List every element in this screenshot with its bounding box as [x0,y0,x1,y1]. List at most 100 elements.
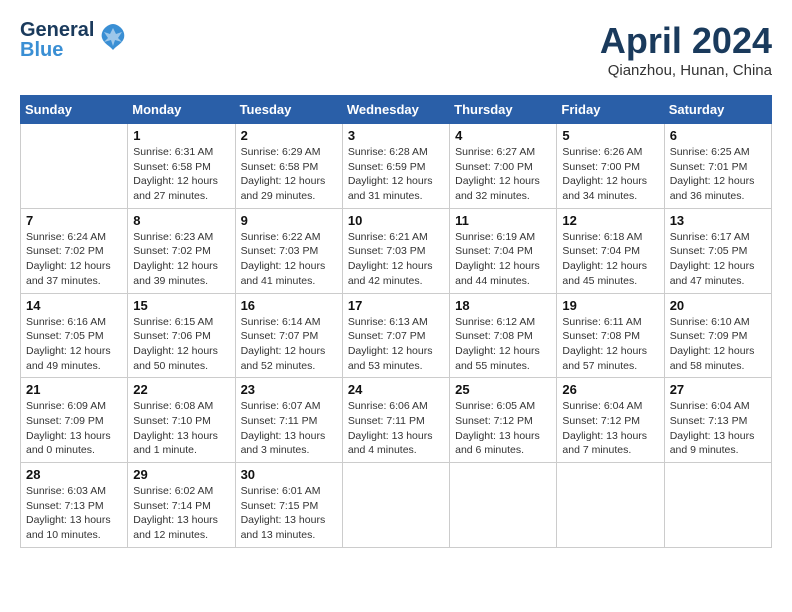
logo-general: General [20,20,94,40]
day-number: 24 [348,382,444,397]
calendar-cell [664,463,771,548]
day-number: 5 [562,128,658,143]
day-info: Sunrise: 6:08 AMSunset: 7:10 PMDaylight:… [133,399,229,458]
calendar-cell: 3 Sunrise: 6:28 AMSunset: 6:59 PMDaylight… [342,124,449,209]
day-number: 22 [133,382,229,397]
calendar-cell: 9 Sunrise: 6:22 AMSunset: 7:03 PMDaylight… [235,208,342,293]
day-info: Sunrise: 6:12 AMSunset: 7:08 PMDaylight:… [455,315,551,374]
day-info: Sunrise: 6:01 AMSunset: 7:15 PMDaylight:… [241,484,337,543]
day-info: Sunrise: 6:18 AMSunset: 7:04 PMDaylight:… [562,230,658,289]
calendar-cell: 22 Sunrise: 6:08 AMSunset: 7:10 PMDayligh… [128,378,235,463]
calendar-cell: 29Sunrise: 6:02 AMSunset: 7:14 PMDayligh… [128,463,235,548]
calendar-cell: 8 Sunrise: 6:23 AMSunset: 7:02 PMDaylight… [128,208,235,293]
day-info: Sunrise: 6:21 AMSunset: 7:03 PMDaylight:… [348,230,444,289]
day-number: 7 [26,213,122,228]
day-number: 12 [562,213,658,228]
day-number: 28 [26,467,122,482]
day-info: Sunrise: 6:26 AMSunset: 7:00 PMDaylight:… [562,145,658,204]
logo: General Blue [20,20,128,60]
day-number: 27 [670,382,766,397]
calendar-cell [557,463,664,548]
day-info: Sunrise: 6:28 AMSunset: 6:59 PMDaylight:… [348,145,444,204]
calendar-cell: 16 Sunrise: 6:14 AMSunset: 7:07 PMDayligh… [235,293,342,378]
day-info: Sunrise: 6:17 AMSunset: 7:05 PMDaylight:… [670,230,766,289]
day-number: 4 [455,128,551,143]
day-number: 8 [133,213,229,228]
calendar-cell: 14 Sunrise: 6:16 AMSunset: 7:05 PMDayligh… [21,293,128,378]
weekday-header-thursday: Thursday [450,96,557,124]
day-info: Sunrise: 6:04 AMSunset: 7:13 PMDaylight:… [670,399,766,458]
day-number: 17 [348,298,444,313]
week-row-2: 7Sunrise: 6:24 AMSunset: 7:02 PMDaylight… [21,208,772,293]
calendar-cell: 23Sunrise: 6:07 AMSunset: 7:11 PMDayligh… [235,378,342,463]
day-info: Sunrise: 6:06 AMSunset: 7:11 PMDaylight:… [348,399,444,458]
weekday-header-sunday: Sunday [21,96,128,124]
day-info: Sunrise: 6:15 AMSunset: 7:06 PMDaylight:… [133,315,229,374]
day-number: 11 [455,213,551,228]
calendar-cell: 15Sunrise: 6:15 AMSunset: 7:06 PMDayligh… [128,293,235,378]
day-number: 16 [241,298,337,313]
calendar-cell: 1 Sunrise: 6:31 AMSunset: 6:58 PMDaylight… [128,124,235,209]
weekday-header-tuesday: Tuesday [235,96,342,124]
day-number: 13 [670,213,766,228]
week-row-1: 1 Sunrise: 6:31 AMSunset: 6:58 PMDaylight… [21,124,772,209]
day-number: 25 [455,382,551,397]
logo-bird-icon [98,22,128,58]
title-block: April 2024 Qianzhou, Hunan, China [600,20,772,79]
day-info: Sunrise: 6:04 AMSunset: 7:12 PMDaylight:… [562,399,658,458]
day-number: 23 [241,382,337,397]
week-row-4: 21Sunrise: 6:09 AMSunset: 7:09 PMDayligh… [21,378,772,463]
day-info: Sunrise: 6:19 AMSunset: 7:04 PMDaylight:… [455,230,551,289]
month-title: April 2024 [600,20,772,62]
day-info: Sunrise: 6:31 AMSunset: 6:58 PMDaylight:… [133,145,229,204]
week-row-3: 14 Sunrise: 6:16 AMSunset: 7:05 PMDayligh… [21,293,772,378]
day-info: Sunrise: 6:03 AMSunset: 7:13 PMDaylight:… [26,484,122,543]
calendar-cell: 30 Sunrise: 6:01 AMSunset: 7:15 PMDayligh… [235,463,342,548]
day-info: Sunrise: 6:16 AMSunset: 7:05 PMDaylight:… [26,315,122,374]
day-info: Sunrise: 6:13 AMSunset: 7:07 PMDaylight:… [348,315,444,374]
calendar-cell: 10Sunrise: 6:21 AMSunset: 7:03 PMDayligh… [342,208,449,293]
weekday-header-monday: Monday [128,96,235,124]
calendar-cell: 12 Sunrise: 6:18 AMSunset: 7:04 PMDayligh… [557,208,664,293]
day-info: Sunrise: 6:14 AMSunset: 7:07 PMDaylight:… [241,315,337,374]
calendar-cell: 20 Sunrise: 6:10 AMSunset: 7:09 PMDayligh… [664,293,771,378]
calendar-table: SundayMondayTuesdayWednesdayThursdayFrid… [20,95,772,548]
day-number: 21 [26,382,122,397]
calendar-cell: 7Sunrise: 6:24 AMSunset: 7:02 PMDaylight… [21,208,128,293]
page-header: General Blue April 2024 Qianzhou, Hunan,… [20,20,772,79]
calendar-cell: 18Sunrise: 6:12 AMSunset: 7:08 PMDayligh… [450,293,557,378]
day-info: Sunrise: 6:11 AMSunset: 7:08 PMDaylight:… [562,315,658,374]
day-number: 20 [670,298,766,313]
calendar-cell: 2Sunrise: 6:29 AMSunset: 6:58 PMDaylight… [235,124,342,209]
day-info: Sunrise: 6:27 AMSunset: 7:00 PMDaylight:… [455,145,551,204]
calendar-cell: 4 Sunrise: 6:27 AMSunset: 7:00 PMDaylight… [450,124,557,209]
day-number: 9 [241,213,337,228]
location: Qianzhou, Hunan, China [600,62,772,79]
calendar-cell: 25 Sunrise: 6:05 AMSunset: 7:12 PMDayligh… [450,378,557,463]
calendar-cell: 13 Sunrise: 6:17 AMSunset: 7:05 PMDayligh… [664,208,771,293]
calendar-cell: 26Sunrise: 6:04 AMSunset: 7:12 PMDayligh… [557,378,664,463]
day-number: 6 [670,128,766,143]
day-info: Sunrise: 6:25 AMSunset: 7:01 PMDaylight:… [670,145,766,204]
day-info: Sunrise: 6:29 AMSunset: 6:58 PMDaylight:… [241,145,337,204]
day-number: 29 [133,467,229,482]
day-info: Sunrise: 6:10 AMSunset: 7:09 PMDaylight:… [670,315,766,374]
day-info: Sunrise: 6:22 AMSunset: 7:03 PMDaylight:… [241,230,337,289]
logo-blue: Blue [20,40,94,60]
day-info: Sunrise: 6:23 AMSunset: 7:02 PMDaylight:… [133,230,229,289]
weekday-header-saturday: Saturday [664,96,771,124]
day-info: Sunrise: 6:05 AMSunset: 7:12 PMDaylight:… [455,399,551,458]
calendar-header-row: SundayMondayTuesdayWednesdayThursdayFrid… [21,96,772,124]
calendar-cell: 11 Sunrise: 6:19 AMSunset: 7:04 PMDayligh… [450,208,557,293]
calendar-cell: 17 Sunrise: 6:13 AMSunset: 7:07 PMDayligh… [342,293,449,378]
day-number: 1 [133,128,229,143]
calendar-cell [450,463,557,548]
calendar-cell [342,463,449,548]
calendar-cell: 19Sunrise: 6:11 AMSunset: 7:08 PMDayligh… [557,293,664,378]
calendar-cell: 5 Sunrise: 6:26 AMSunset: 7:00 PMDaylight… [557,124,664,209]
day-number: 14 [26,298,122,313]
weekday-header-wednesday: Wednesday [342,96,449,124]
calendar-cell [21,124,128,209]
day-number: 3 [348,128,444,143]
day-number: 30 [241,467,337,482]
